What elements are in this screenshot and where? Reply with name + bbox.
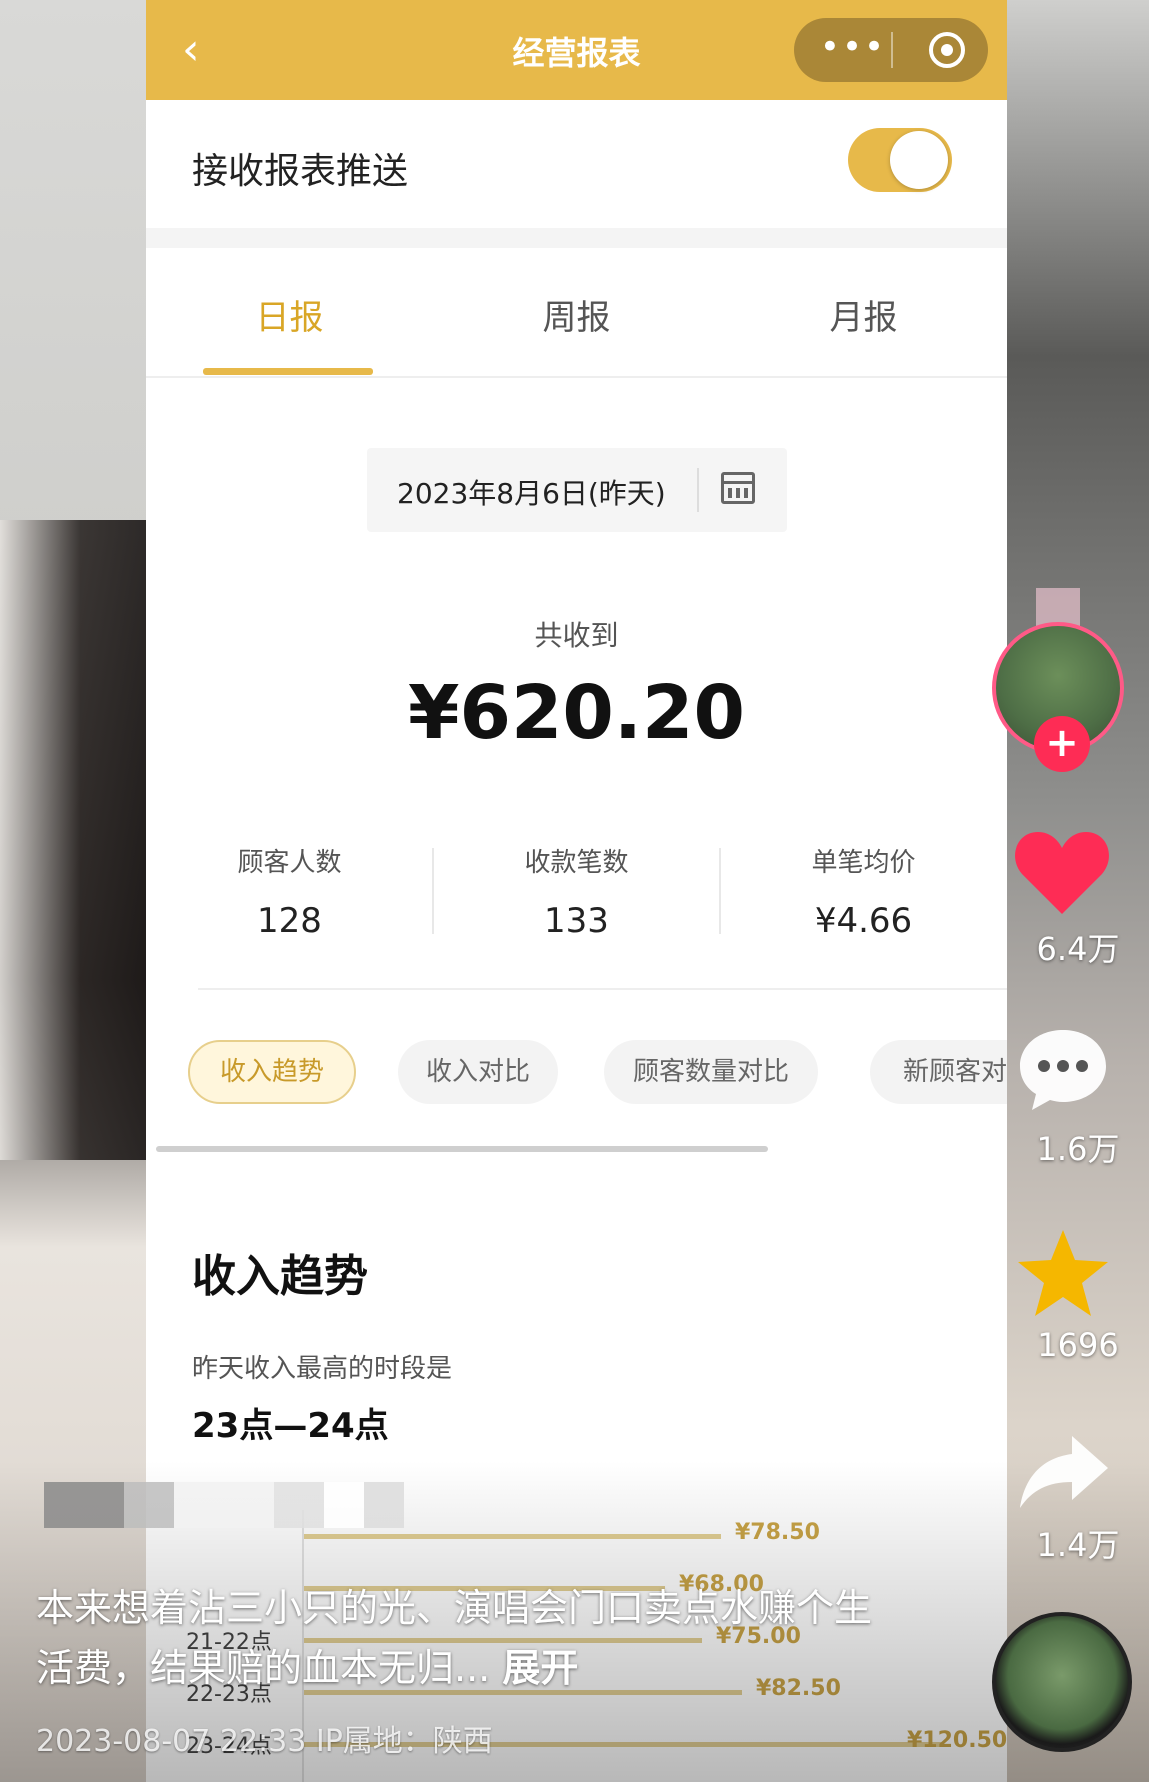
chip-income-compare[interactable]: 收入对比 <box>398 1040 558 1104</box>
stat-label: 收款笔数 <box>524 848 629 878</box>
chip-scrollbar <box>156 1146 997 1152</box>
tab-weekly[interactable]: 周报 <box>433 290 720 339</box>
share-arrow-icon[interactable] <box>1016 1432 1110 1512</box>
like-count-item: 6.4万 <box>1007 918 1149 970</box>
mini-program-screen: ‹ 经营报表 ••• 接收报表推送 日报 周报 月报 2023年8月6日(昨天)… <box>146 0 1007 1782</box>
tab-daily[interactable]: 日报 <box>146 290 433 339</box>
chart-category-label: 22-23点 <box>186 1682 272 1707</box>
share-count: 1.4万 <box>1036 1526 1120 1564</box>
stat-value: 128 <box>257 901 322 941</box>
favorite-count-item: 1696 <box>1007 1320 1149 1364</box>
stat-value: 133 <box>544 901 609 941</box>
nav-bar: ‹ 经营报表 ••• <box>146 0 1007 100</box>
more-icon[interactable]: ••• <box>818 24 888 76</box>
video-background-person <box>0 520 146 1160</box>
trend-title: 收入趋势 <box>192 1251 368 1302</box>
follow-plus-icon[interactable]: + <box>1034 716 1090 772</box>
divider <box>198 988 1007 990</box>
music-disc-avatar[interactable] <box>992 1612 1132 1752</box>
trend-subtitle: 昨天收入最高的时段是 <box>192 1354 453 1384</box>
stat-customers: 顾客人数 128 <box>146 842 433 941</box>
comment-bubble-icon[interactable] <box>1016 1026 1110 1112</box>
report-push-label: 接收报表推送 <box>192 151 409 192</box>
chart-bar <box>304 1534 721 1539</box>
income-trend-chart: ¥78.50 ¥68.00 ¥75.00 21-22点 ¥82.50 22-23点 ¥120… <box>146 1500 1007 1782</box>
chart-bar <box>304 1742 944 1747</box>
date-divider <box>697 468 699 512</box>
stat-label: 顾客人数 <box>237 848 342 878</box>
favorite-star-icon[interactable] <box>1016 1226 1110 1320</box>
chart-value-label: ¥68.00 <box>679 1572 764 1597</box>
mini-program-capsule: ••• <box>794 18 988 82</box>
chip-new-customer-compare[interactable]: 新顾客对 <box>870 1040 1007 1104</box>
chart-value-label: ¥82.50 <box>756 1676 841 1701</box>
chart-category-label: 21-22点 <box>186 1630 272 1655</box>
chart-value-label: ¥120.50 <box>907 1728 1007 1753</box>
stat-average-price: 单笔均价 ¥4.66 <box>720 842 1007 941</box>
date-text: 2023年8月6日(昨天) <box>397 477 666 510</box>
chart-bar <box>304 1638 702 1643</box>
like-heart-icon[interactable] <box>1012 826 1112 918</box>
comment-count-item: 1.6万 <box>1007 1118 1149 1170</box>
chip-income-trend[interactable]: 收入趋势 <box>188 1040 356 1104</box>
favorite-count: 1696 <box>1037 1326 1119 1364</box>
total-amount: ¥620.20 <box>407 670 746 756</box>
report-tabs: 日报 周报 月报 <box>146 248 1007 378</box>
chart-value-label: ¥75.00 <box>716 1624 801 1649</box>
stat-label: 单笔均价 <box>811 848 916 878</box>
date-picker[interactable]: 2023年8月6日(昨天) <box>367 448 787 532</box>
scroll-thumb[interactable] <box>156 1146 768 1152</box>
chart-bar <box>304 1690 742 1695</box>
chart-value-label: ¥78.50 <box>735 1520 820 1545</box>
report-push-toggle[interactable] <box>848 128 952 192</box>
chip-customer-count-compare[interactable]: 顾客数量对比 <box>604 1040 818 1104</box>
stat-value: ¥4.66 <box>814 901 913 941</box>
trend-peak-period: 23点—24点 <box>192 1406 389 1446</box>
tab-monthly[interactable]: 月报 <box>720 290 1007 339</box>
like-count: 6.4万 <box>1036 930 1120 968</box>
stat-payments: 收款笔数 133 <box>433 842 720 941</box>
analysis-chips: 收入趋势 收入对比 顾客数量对比 新顾客对 <box>146 1040 1007 1108</box>
report-push-row: 接收报表推送 <box>146 100 1007 228</box>
chart-category-label: 23-24点 <box>186 1734 272 1759</box>
total-label: 共收到 <box>534 619 619 652</box>
section-gap <box>146 228 1007 248</box>
close-miniprogram-icon[interactable] <box>929 32 965 68</box>
share-count-item: 1.4万 <box>1007 1514 1149 1566</box>
calendar-icon[interactable] <box>721 472 755 504</box>
active-tab-indicator <box>203 368 373 375</box>
comment-count: 1.6万 <box>1036 1130 1120 1168</box>
toggle-knob <box>890 131 948 189</box>
chart-bar <box>304 1586 665 1591</box>
capsule-divider <box>891 32 893 68</box>
